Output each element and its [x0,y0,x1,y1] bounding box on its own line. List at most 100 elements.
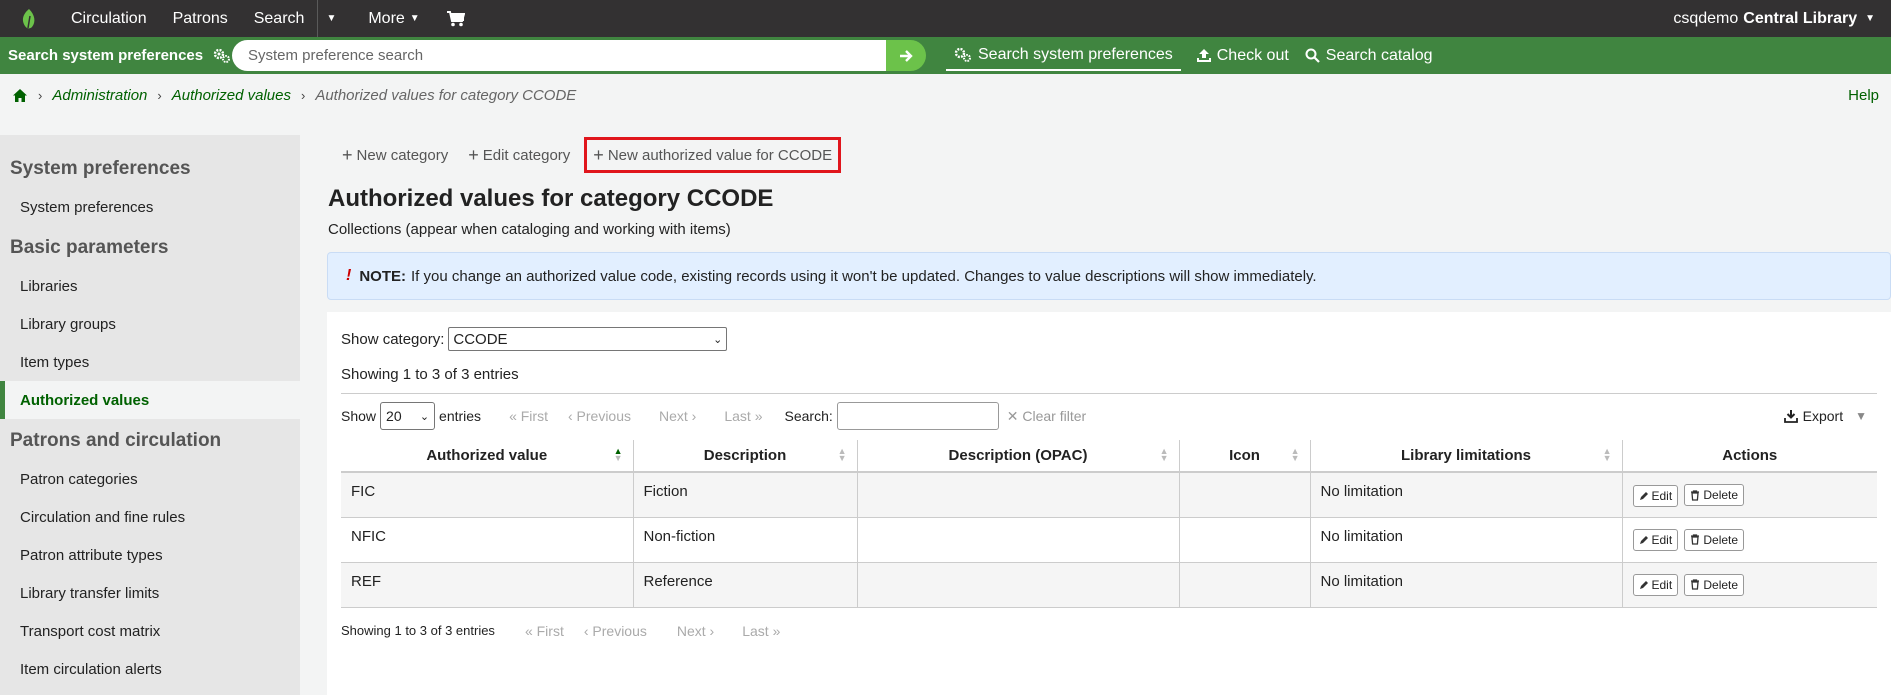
pencil-icon [1639,581,1648,589]
pager-first[interactable]: « First [509,408,548,424]
sidebar-section-basic-parameters: Basic parameters [10,237,169,258]
search-mode-text: Search system preferences [8,47,204,64]
sidebar-item-authorized-values[interactable]: Authorized values [0,381,300,419]
pager-label: Last [724,408,751,424]
upload-icon [1196,49,1211,62]
sidebar-item-item-types[interactable]: Item types [0,343,300,381]
pager-last[interactable]: Last » [742,623,780,639]
sidebar-item-patron-categories[interactable]: Patron categories [0,460,300,498]
pager-last[interactable]: Last » [724,408,762,424]
pager-previous[interactable]: ‹ Previous [568,408,631,424]
table-header-row: Authorized value ▲ ▼ Description ▲ ▼ Descrip… [341,440,1877,473]
table-row: FIC Fiction No limitation Edit Delete [341,472,1877,518]
entries-label: entries [439,408,482,424]
pager-next[interactable]: Next › [659,408,696,424]
clear-filter-button[interactable]: ✕ Clear filter [1007,408,1086,425]
breadcrumb-current: Authorized values for category CCODE [315,86,577,104]
library-name: Central Library [1743,9,1858,27]
tab-label: Check out [1216,46,1289,64]
column-description[interactable]: Description ▲ ▼ [633,440,858,473]
search-submit-button[interactable] [886,40,926,71]
bottom-entries-info: Showing 1 to 3 of 3 entries [341,623,495,638]
category-select[interactable]: CCODE ⌄ [448,327,728,351]
breadcrumb-separator: › [38,87,43,103]
trash-icon [1691,534,1700,545]
sidebar-item-transport-cost-matrix[interactable]: Transport cost matrix [0,612,300,650]
sidebar-item-patron-attribute-types[interactable]: Patron attribute types [0,536,300,574]
chevron-down-icon: ⌄ [713,333,723,346]
cart-icon[interactable] [433,10,479,27]
nav-patrons[interactable]: Patrons [160,0,241,37]
note-label: NOTE: [359,267,406,285]
button-label: Delete [1703,488,1739,502]
authorized-values-table: Authorized value ▲ ▼ Description ▲ ▼ Descrip… [341,440,1877,608]
pager-first[interactable]: « First [525,623,564,639]
column-icon[interactable]: Icon ▲ ▼ [1179,440,1311,473]
cell-library-limitations: No limitation [1310,517,1623,563]
button-label: New category [356,146,449,164]
button-label: Edit category [482,146,571,164]
values-panel: Show category: CCODE ⌄ Showing 1 to 3 of… [327,312,1891,695]
sidebar-item-libraries[interactable]: Libraries [0,267,300,305]
nav-search[interactable]: Search [241,0,318,37]
cell-actions: Edit Delete [1622,472,1877,518]
table-row: NFIC Non-fiction No limitation Edit Dele… [341,517,1877,563]
new-authorized-value-button[interactable]: + New authorized value for CCODE [584,137,842,173]
delete-button[interactable]: Delete [1684,573,1745,596]
system-preference-search-input[interactable] [232,40,892,71]
nav-search-dropdown[interactable]: ▼ [318,0,344,37]
button-label: Delete [1703,577,1739,592]
sidebar-item-system-preferences[interactable]: System preferences [0,188,300,226]
home-icon[interactable] [12,88,28,103]
tab-search-catalog[interactable]: Search catalog [1297,40,1441,71]
delete-button[interactable]: Delete [1684,484,1745,506]
cell-description-opac [857,562,1180,608]
export-button[interactable]: Export ▼ [1783,408,1867,424]
table-search-input[interactable] [836,402,999,430]
column-library-limitations[interactable]: Library limitations ▲ ▼ [1310,440,1623,473]
table-search-label: Search: [784,408,833,424]
search-mode-label[interactable]: Search system preferences [0,47,232,64]
edit-category-button[interactable]: + Edit category [462,137,576,173]
edit-button[interactable]: Edit [1632,574,1679,596]
page-size-select[interactable]: 20 ⌄ [380,402,436,430]
edit-button[interactable]: Edit [1632,484,1679,507]
user-menu[interactable]: csqdemo Central Library ▼ [1673,0,1875,37]
cell-actions: Edit Delete [1622,562,1877,608]
column-authorized-value[interactable]: Authorized value ▲ ▼ [341,440,634,473]
pager-previous[interactable]: ‹ Previous [584,623,647,639]
pencil-icon [1639,536,1648,544]
plus-icon: + [342,144,353,165]
sidebar-item-circulation-rules[interactable]: Circulation and fine rules [0,498,300,536]
sidebar-item-library-groups[interactable]: Library groups [0,305,300,343]
gears-icon [213,48,231,63]
header-search-bar: Search system preferences Search system … [0,37,1891,74]
help-link[interactable]: Help [1848,87,1879,104]
tab-search-system-preferences[interactable]: Search system preferences [946,40,1181,71]
main-content: + New category + Edit category + New aut… [300,135,1891,695]
tab-check-out[interactable]: Check out [1189,40,1297,71]
column-label: Library limitations [1400,447,1532,464]
sidebar-section-system-preferences: System preferences [10,158,191,179]
breadcrumb-authorized-values[interactable]: Authorized values [172,87,291,104]
koha-logo-icon[interactable] [0,0,58,37]
delete-button[interactable]: Delete [1684,528,1745,551]
new-category-button[interactable]: + New category [336,137,454,173]
cell-description: Non-fiction [633,517,858,563]
sidebar-item-library-transfer-limits[interactable]: Library transfer limits [0,574,300,612]
nav-circulation[interactable]: Circulation [58,0,160,37]
nav-more[interactable]: More ▼ [344,0,432,37]
show-category-label: Show category: [341,330,445,348]
pager-label: First [520,408,548,424]
column-description-opac[interactable]: Description (OPAC) ▲ ▼ [857,440,1180,473]
edit-button[interactable]: Edit [1632,529,1679,551]
category-description: Collections (appear when cataloging and … [328,221,731,238]
sidebar-item-item-circulation-alerts[interactable]: Item circulation alerts [0,650,300,688]
column-label: Description (OPAC) [948,447,1088,464]
pager-label: Last [742,622,769,639]
breadcrumb-separator: › [300,87,306,103]
breadcrumb-administration[interactable]: Administration [52,87,147,104]
arrow-right-icon [900,49,913,62]
pager-next[interactable]: Next › [677,623,714,639]
caret-down-icon: ▼ [1855,409,1867,423]
